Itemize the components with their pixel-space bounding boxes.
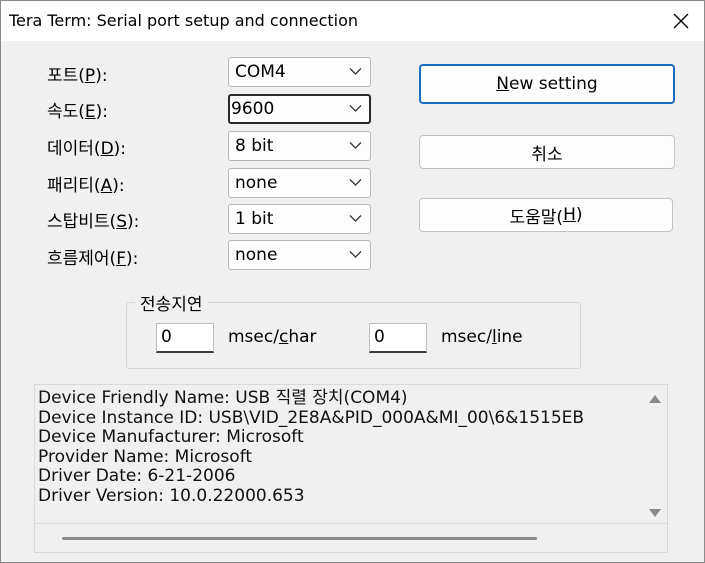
port-value: COM4 bbox=[235, 62, 286, 82]
data-bits-value: 8 bit bbox=[235, 136, 274, 156]
chevron-down-icon bbox=[349, 179, 362, 186]
close-icon bbox=[673, 13, 689, 29]
stop-bits-label: 스탑비트(S): bbox=[47, 212, 140, 232]
cancel-button[interactable]: 취소 bbox=[419, 135, 675, 169]
device-info-line: Device Instance ID: USB\VID_2E8A&PID_000… bbox=[38, 408, 585, 428]
data-bits-label: 데이터(D): bbox=[47, 139, 127, 159]
char-delay-unit: msec/char bbox=[228, 327, 317, 347]
line-delay-unit: msec/line bbox=[441, 327, 523, 347]
vertical-scrollbar[interactable] bbox=[641, 385, 667, 523]
chevron-down-icon bbox=[349, 251, 362, 258]
flow-control-select[interactable]: none bbox=[228, 240, 371, 270]
close-button[interactable] bbox=[658, 1, 704, 41]
flow-control-value: none bbox=[235, 245, 278, 265]
chevron-down-icon bbox=[349, 215, 362, 222]
speed-select[interactable]: 9600 bbox=[228, 94, 371, 124]
scroll-up-arrow-icon[interactable] bbox=[648, 394, 662, 404]
parity-value: none bbox=[235, 173, 278, 193]
device-info-line: Device Manufacturer: Microsoft bbox=[38, 427, 304, 447]
device-info-line: Provider Name: Microsoft bbox=[38, 447, 253, 467]
port-label: 포트(P): bbox=[47, 66, 108, 86]
window-title: Tera Term: Serial port setup and connect… bbox=[9, 11, 359, 30]
serial-setup-dialog: Tera Term: Serial port setup and connect… bbox=[0, 0, 705, 563]
transmit-delay-title: 전송지연 bbox=[135, 290, 208, 315]
parity-label: 패리티(A): bbox=[47, 176, 125, 196]
parity-select[interactable]: none bbox=[228, 168, 371, 198]
speed-label: 속도(E): bbox=[47, 102, 109, 122]
stop-bits-value: 1 bit bbox=[235, 209, 274, 229]
chevron-down-icon bbox=[349, 68, 362, 75]
chevron-down-icon bbox=[349, 142, 362, 149]
flow-control-label: 흐름제어(F): bbox=[47, 249, 139, 269]
data-bits-select[interactable]: 8 bit bbox=[228, 131, 371, 161]
horizontal-scrollbar[interactable] bbox=[35, 523, 667, 552]
help-button[interactable]: 도움말(H) bbox=[419, 198, 673, 232]
scroll-down-arrow-icon[interactable] bbox=[648, 508, 662, 518]
device-info-line: Driver Version: 10.0.22000.653 bbox=[38, 486, 305, 506]
stop-bits-select[interactable]: 1 bit bbox=[228, 204, 371, 234]
device-info-line: Device Friendly Name: USB 직렬 장치(COM4) bbox=[38, 388, 408, 408]
speed-value: 9600 bbox=[231, 99, 275, 119]
device-info-box[interactable]: Device Friendly Name: USB 직렬 장치(COM4) De… bbox=[34, 384, 668, 553]
port-select[interactable]: COM4 bbox=[228, 57, 371, 87]
title-bar: Tera Term: Serial port setup and connect… bbox=[1, 1, 704, 41]
new-setting-button[interactable]: New setting bbox=[419, 64, 675, 104]
chevron-down-icon bbox=[349, 105, 362, 112]
horizontal-scroll-thumb[interactable] bbox=[62, 537, 537, 540]
char-delay-input[interactable]: 0 bbox=[156, 323, 214, 353]
device-info-line: Driver Date: 6-21-2006 bbox=[38, 466, 236, 486]
line-delay-input[interactable]: 0 bbox=[369, 323, 427, 353]
